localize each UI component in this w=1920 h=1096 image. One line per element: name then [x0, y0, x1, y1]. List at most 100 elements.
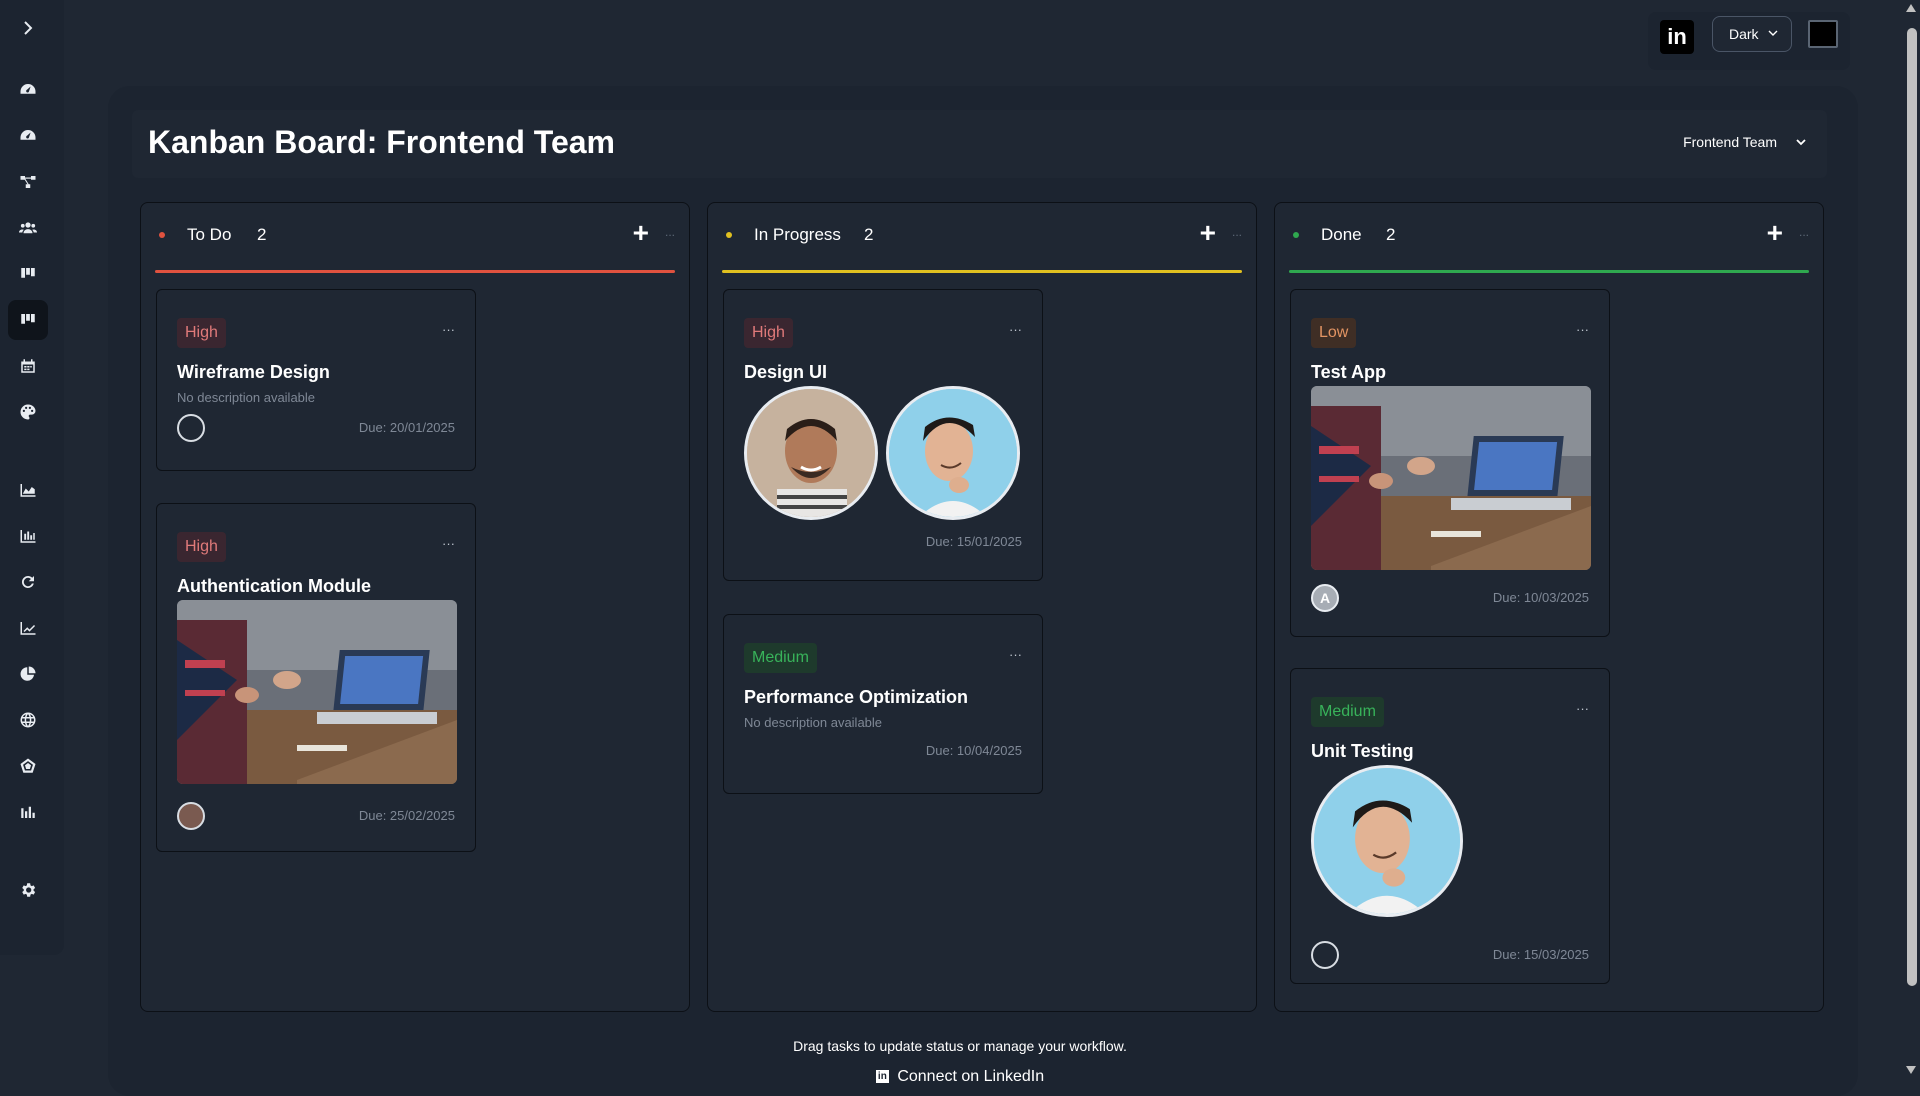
team-select[interactable]: Frontend Team — [1683, 134, 1807, 150]
priority-badge: Low — [1311, 318, 1357, 348]
due-date: Due: 15/01/2025 — [925, 534, 1022, 549]
card-title: Design UI — [744, 362, 828, 382]
assignee-avatar — [177, 802, 205, 830]
linkedin-icon: in — [875, 1070, 889, 1084]
column-status-dot — [726, 232, 732, 238]
pie-chart-icon[interactable] — [8, 654, 48, 694]
due-date: Due: 15/03/2025 — [1492, 947, 1589, 962]
task-card[interactable]: High ··· Design UI Due: 15/01/2025 — [723, 289, 1043, 581]
card-description: No description available — [177, 390, 316, 405]
theme-select[interactable]: Dark — [1712, 16, 1792, 52]
sidebar-toggle-chevron-right-icon[interactable] — [8, 8, 48, 48]
column-more-button[interactable]: ... — [1799, 225, 1809, 239]
settings-gear-icon[interactable] — [8, 870, 48, 910]
color-picker-swatch[interactable] — [1808, 20, 1838, 48]
column-status-dot — [159, 232, 165, 238]
column-divider — [1289, 270, 1809, 273]
column-status-dot — [1293, 232, 1299, 238]
top-controls: in Dark — [1648, 12, 1850, 70]
column-header: Done 2 + ... — [1275, 203, 1823, 273]
assignee-avatar: A — [1311, 584, 1339, 612]
task-image — [177, 600, 457, 784]
chevron-down-icon — [1768, 30, 1778, 36]
page-title: Kanban Board: Frontend Team — [148, 124, 615, 160]
add-task-button[interactable]: + — [633, 217, 649, 249]
scroll-up-arrow-icon[interactable] — [1906, 4, 1916, 12]
column-todo: To Do 2 + ... High ··· Wireframe Design … — [140, 202, 690, 1012]
linkedin-icon[interactable]: in — [1660, 20, 1694, 54]
card-more-button[interactable]: ··· — [1009, 322, 1022, 337]
chevron-down-icon — [1796, 139, 1806, 146]
task-card[interactable]: High ··· Authentication Module Due: 25/0… — [156, 503, 476, 852]
column-count: 2 — [257, 225, 267, 244]
card-title: Performance Optimization — [744, 687, 969, 707]
dashboard-gauge-icon[interactable] — [8, 116, 48, 156]
palette-icon[interactable] — [8, 392, 48, 432]
card-description: No description available — [744, 715, 883, 730]
assignee-avatar — [1311, 941, 1339, 969]
page-scrollbar[interactable] — [1902, 0, 1920, 1080]
column-count: 2 — [864, 225, 874, 244]
assignee-photo — [1311, 765, 1463, 917]
priority-badge: High — [177, 532, 226, 562]
priority-badge: Medium — [744, 643, 817, 673]
users-icon[interactable] — [8, 208, 48, 248]
radar-chart-icon[interactable] — [8, 746, 48, 786]
column-title: To Do — [187, 225, 232, 244]
column-chart-icon[interactable] — [8, 792, 48, 832]
column-in-progress: In Progress 2 + ... High ··· Design UI D… — [707, 202, 1257, 1012]
priority-badge: High — [177, 318, 226, 348]
kanban-icon[interactable] — [8, 300, 48, 340]
card-more-button[interactable]: ··· — [442, 536, 455, 551]
task-card[interactable]: Low ··· Test App A Due: 10/03/2025 — [1290, 289, 1610, 637]
card-more-button[interactable]: ··· — [1576, 322, 1589, 337]
scrollbar-thumb[interactable] — [1907, 28, 1917, 986]
priority-badge: Medium — [1311, 697, 1384, 727]
card-title: Test App — [1311, 362, 1386, 382]
column-done: Done 2 + ... Low ··· Test App A Due: 10/… — [1274, 202, 1824, 1012]
card-more-button[interactable]: ··· — [1009, 647, 1022, 662]
board-header: Kanban Board: Frontend Team Frontend Tea… — [132, 110, 1827, 178]
column-divider — [155, 270, 675, 273]
column-more-button[interactable]: ... — [665, 225, 675, 239]
theme-select-value: Dark — [1729, 26, 1759, 42]
assignee-photo — [744, 386, 878, 520]
footer-link-label: Connect on LinkedIn — [897, 1068, 1045, 1085]
assignee-avatar — [177, 414, 205, 442]
task-image — [1311, 386, 1591, 570]
footer-hint: Drag tasks to update status or manage yo… — [793, 1038, 1127, 1054]
area-chart-icon[interactable] — [8, 470, 48, 510]
column-title: In Progress — [754, 225, 841, 244]
linkedin-connect-link[interactable]: in Connect on LinkedIn — [0, 1068, 1920, 1086]
dashboard-gauge-icon[interactable] — [8, 70, 48, 110]
column-header: To Do 2 + ... — [141, 203, 689, 273]
column-count: 2 — [1386, 225, 1396, 244]
due-date: Due: 10/03/2025 — [1492, 590, 1589, 605]
card-more-button[interactable]: ··· — [1576, 701, 1589, 716]
task-card[interactable]: Medium ··· Unit Testing Due: 15/03/2025 — [1290, 668, 1610, 984]
calendar-icon[interactable] — [8, 346, 48, 386]
refresh-icon[interactable] — [8, 562, 48, 602]
due-date: Due: 20/01/2025 — [358, 420, 455, 435]
card-title: Wireframe Design — [177, 362, 330, 382]
column-more-button[interactable]: ... — [1232, 225, 1242, 239]
task-card[interactable]: Medium ··· Performance Optimization No d… — [723, 614, 1043, 794]
team-select-value: Frontend Team — [1683, 134, 1777, 150]
sidebar — [0, 0, 64, 955]
line-chart-icon[interactable] — [8, 608, 48, 648]
due-date: Due: 25/02/2025 — [358, 808, 455, 823]
kanban-icon[interactable] — [8, 254, 48, 294]
scroll-down-arrow-icon[interactable] — [1906, 1066, 1916, 1074]
card-title: Unit Testing — [1311, 741, 1414, 761]
due-date: Due: 10/04/2025 — [925, 743, 1022, 758]
card-more-button[interactable]: ··· — [442, 322, 455, 337]
add-task-button[interactable]: + — [1200, 217, 1216, 249]
column-title: Done — [1321, 225, 1362, 244]
task-card[interactable]: High ··· Wireframe Design No description… — [156, 289, 476, 471]
add-task-button[interactable]: + — [1767, 217, 1783, 249]
bar-chart-icon[interactable] — [8, 516, 48, 556]
globe-icon[interactable] — [8, 700, 48, 740]
assignee-photo — [886, 386, 1020, 520]
column-divider — [722, 270, 1242, 273]
workflow-icon[interactable] — [8, 162, 48, 202]
